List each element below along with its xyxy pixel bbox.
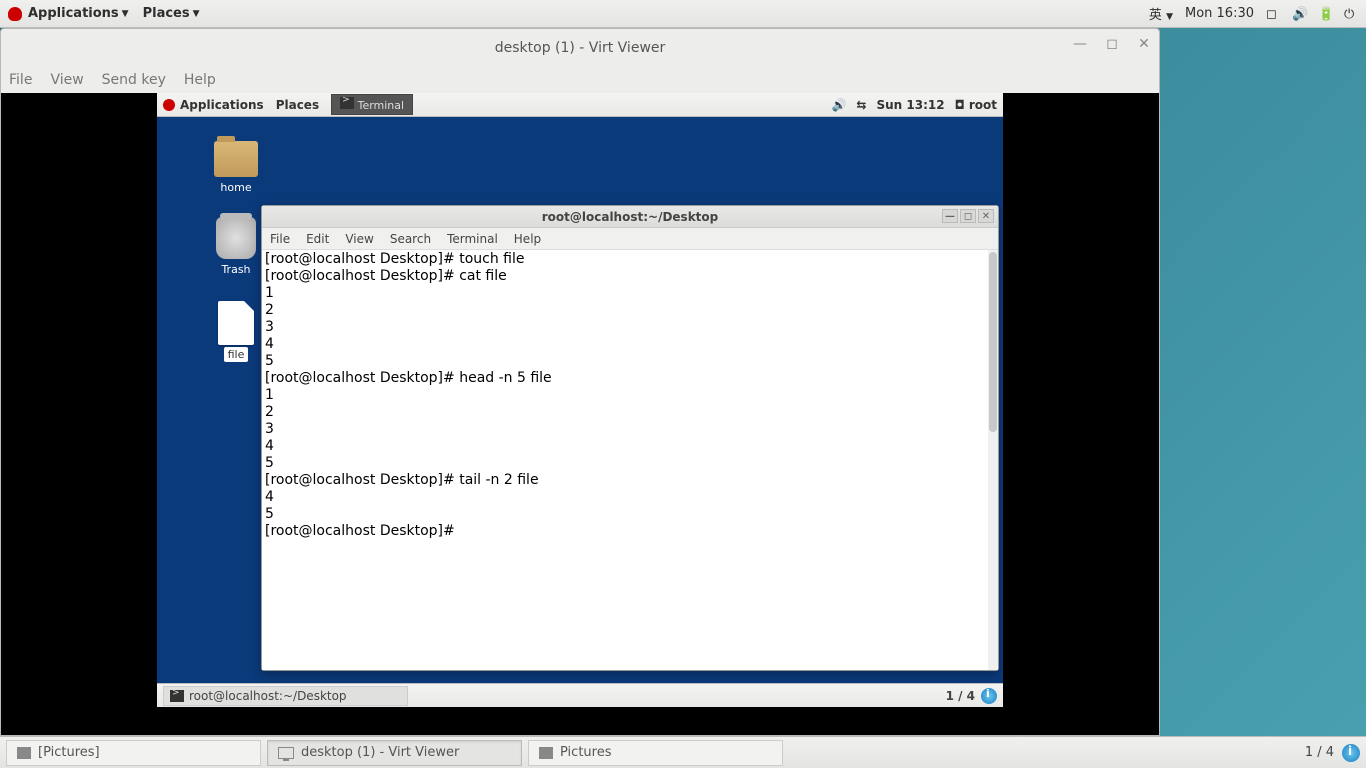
vv-menu-view[interactable]: View	[50, 72, 83, 88]
minimize-button[interactable]: —	[1073, 37, 1087, 51]
guest-desktop: Applications Places Terminal 🔊 ⇆ Sun 13:…	[157, 93, 1003, 707]
host-taskbar: [Pictures] desktop (1) - Virt Viewer Pic…	[0, 736, 1366, 768]
guest-applications-menu[interactable]: Applications	[180, 98, 264, 112]
folder-icon	[214, 141, 258, 177]
virt-viewer-menubar: File View Send key Help	[1, 67, 1159, 93]
trash-icon	[216, 217, 256, 259]
host-workspace-indicator[interactable]: 1 / 4	[1305, 745, 1334, 760]
guest-redhat-icon	[163, 99, 175, 111]
pictures-icon	[17, 747, 31, 759]
virt-viewer-title: desktop (1) - Virt Viewer	[495, 40, 666, 56]
guest-network-icon[interactable]: ⇆	[856, 98, 866, 112]
term-menu-help[interactable]: Help	[514, 232, 541, 246]
terminal-scrollbar[interactable]	[988, 250, 998, 670]
pictures-icon	[539, 747, 553, 759]
terminal-menubar: File Edit View Search Terminal Help	[262, 228, 998, 250]
terminal-maximize-button[interactable]: ◻	[960, 209, 976, 223]
guest-taskbar-item-terminal[interactable]: root@localhost:~/Desktop	[163, 686, 408, 706]
guest-volume-icon[interactable]: 🔊	[831, 98, 846, 112]
guest-user-menu[interactable]: ◘ root	[955, 98, 997, 112]
terminal-window: root@localhost:~/Desktop — ◻ ✕ File Edit…	[261, 205, 999, 671]
vv-menu-file[interactable]: File	[9, 72, 32, 88]
term-menu-terminal[interactable]: Terminal	[447, 232, 498, 246]
term-menu-view[interactable]: View	[345, 232, 373, 246]
term-menu-file[interactable]: File	[270, 232, 290, 246]
terminal-close-button[interactable]: ✕	[978, 209, 994, 223]
guest-clock[interactable]: Sun 13:12	[876, 98, 944, 112]
taskbar-item-pictures1[interactable]: [Pictures]	[6, 740, 261, 766]
guest-info-icon[interactable]	[981, 688, 997, 704]
desktop-icon-home[interactable]: home	[201, 141, 271, 194]
virt-viewer-window: desktop (1) - Virt Viewer — ◻ ✕ File Vie…	[0, 28, 1160, 736]
taskbar-item-virtviewer[interactable]: desktop (1) - Virt Viewer	[267, 740, 522, 766]
host-clock[interactable]: Mon 16:30	[1185, 6, 1254, 21]
host-applications-menu[interactable]: Applications▼	[28, 6, 129, 21]
terminal-icon	[170, 690, 184, 702]
ime-indicator[interactable]: 英 ▼	[1149, 4, 1173, 23]
close-button[interactable]: ✕	[1137, 37, 1151, 51]
virt-viewer-content: Applications Places Terminal 🔊 ⇆ Sun 13:…	[1, 93, 1159, 735]
taskbar-item-pictures2[interactable]: Pictures	[528, 740, 783, 766]
guest-workspace-indicator[interactable]: 1 / 4	[946, 689, 975, 703]
redhat-icon	[8, 7, 22, 21]
host-places-menu[interactable]: Places▼	[143, 6, 200, 21]
vv-menu-help[interactable]: Help	[184, 72, 216, 88]
power-icon[interactable]: ⏻	[1344, 7, 1358, 21]
term-menu-edit[interactable]: Edit	[306, 232, 329, 246]
volume-icon[interactable]: 🔊	[1292, 7, 1306, 21]
battery-icon[interactable]: 🔋	[1318, 7, 1332, 21]
virt-viewer-titlebar[interactable]: desktop (1) - Virt Viewer — ◻ ✕	[1, 29, 1159, 67]
guest-topbar: Applications Places Terminal 🔊 ⇆ Sun 13:…	[157, 93, 1003, 117]
host-tray: 英 ▼ Mon 16:30 ◻ 🔊 🔋 ⏻	[1149, 4, 1358, 23]
guest-bottombar: root@localhost:~/Desktop 1 / 4	[157, 683, 1003, 707]
guest-places-menu[interactable]: Places	[276, 98, 319, 112]
screen-icon[interactable]: ◻	[1266, 7, 1280, 21]
term-menu-search[interactable]: Search	[390, 232, 431, 246]
guest-topbar-task-terminal[interactable]: Terminal	[331, 94, 413, 115]
host-topbar: Applications▼ Places▼ 英 ▼ Mon 16:30 ◻ 🔊 …	[0, 0, 1366, 28]
terminal-body[interactable]: [root@localhost Desktop]# touch file [ro…	[262, 250, 998, 670]
terminal-titlebar[interactable]: root@localhost:~/Desktop — ◻ ✕	[262, 206, 998, 228]
terminal-minimize-button[interactable]: —	[942, 209, 958, 223]
vv-menu-sendkey[interactable]: Send key	[102, 72, 166, 88]
maximize-button[interactable]: ◻	[1105, 37, 1119, 51]
document-icon	[218, 301, 254, 345]
host-info-icon[interactable]	[1342, 744, 1360, 762]
monitor-icon	[278, 747, 294, 759]
